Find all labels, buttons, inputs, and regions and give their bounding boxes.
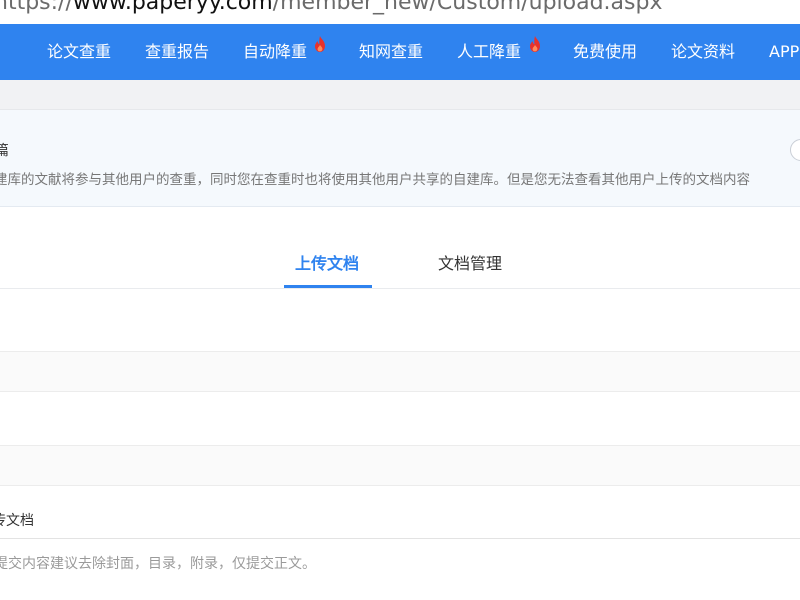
nav-item-label: 论文资料 [671,42,736,61]
notice-title: 5篇 [0,140,9,160]
fire-icon [530,36,540,52]
nav-item-free-use[interactable]: 免费使用 [573,24,637,80]
paper-content-textarea[interactable]: 提交内容建议去除封面，目录，附录，仅提交正文。 [0,538,800,600]
form-row [0,352,800,392]
tab-document-management[interactable]: 文档管理 [438,250,502,274]
nav-item-label: APP [769,42,800,61]
nav-item-paper-check[interactable]: 论文查重 [47,24,111,80]
nav-item-label: 免费使用 [573,42,638,61]
form-row [0,392,800,446]
nav-item-label: 自动降重 [243,42,308,61]
main-nav: 论文查重 查重报告 自动降重 知网查重 人工降重 免费使用 论文资料 APP [0,24,800,80]
section-spacer [0,80,800,110]
active-tab-indicator [284,285,372,288]
nav-item-auto-rewrite[interactable]: 自动降重 [243,24,307,80]
nav-item-label: 查重报告 [145,42,210,61]
fire-icon [315,36,325,52]
shared-library-notice: 5篇 建库的文献将参与其他用户的查重，同时您在查重时也将使用其他用户共享的自建库… [0,110,800,207]
notice-description: 建库的文献将参与其他用户的查重，同时您在查重时也将使用其他用户共享的自建库。但是… [0,172,750,188]
form-row [0,290,800,352]
textarea-placeholder: 提交内容建议去除封面，目录，附录，仅提交正文。 [0,556,316,572]
url-text: https://www.paperyy.com/member_new/Custo… [0,0,662,16]
nav-item-label: 论文查重 [47,42,112,61]
nav-item-paper-resources[interactable]: 论文资料 [671,24,735,80]
upload-section-label: 传文档 [0,513,34,529]
tab-bar: 上传文档 文档管理 [0,207,800,289]
url-scheme: https:// [0,0,73,15]
address-bar[interactable]: https://www.paperyy.com/member_new/Custo… [0,0,800,24]
url-host: www.paperyy.com [72,0,273,15]
nav-item-label: 人工降重 [457,42,522,61]
url-path: /member_new/Custom/upload.aspx [272,0,663,15]
nav-item-app[interactable]: APP [769,24,799,80]
form-row [0,446,800,486]
tab-upload-document[interactable]: 上传文档 [295,250,359,274]
nav-item-cnki-check[interactable]: 知网查重 [359,24,423,80]
nav-item-check-report[interactable]: 查重报告 [145,24,209,80]
nav-item-label: 知网查重 [359,42,424,61]
nav-item-manual-rewrite[interactable]: 人工降重 [457,24,521,80]
